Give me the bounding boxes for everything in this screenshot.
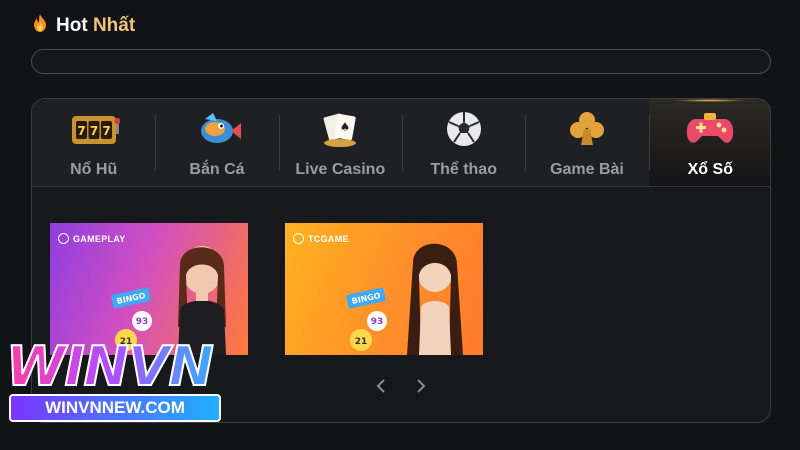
tab-no-hu[interactable]: 777 Nổ Hũ: [32, 99, 155, 186]
chevron-right-icon[interactable]: [414, 379, 428, 393]
category-tabs: 777 Nổ Hũ Bắn Cá ♠ Live Casino Thể thao …: [32, 99, 770, 187]
svg-text:7: 7: [77, 124, 85, 138]
ball-number: 93: [136, 317, 149, 327]
tab-live-casino[interactable]: ♠ Live Casino: [278, 99, 402, 186]
svg-text:7: 7: [89, 124, 97, 138]
page: Hot Nhất 777 Nổ Hũ Bắn Cá ♠ Live Casino: [0, 0, 800, 450]
gamepad-icon: [684, 109, 736, 149]
tab-ban-ca[interactable]: Bắn Cá: [155, 99, 278, 186]
tab-the-thao[interactable]: Thể thao: [401, 99, 525, 186]
tab-label: Xổ Số: [687, 161, 733, 178]
tab-game-bai[interactable]: Game Bài: [525, 99, 648, 186]
fire-icon: [32, 14, 48, 38]
svg-text:♠: ♠: [340, 120, 351, 134]
soccer-ball-icon: [438, 109, 490, 149]
svg-text:7: 7: [102, 124, 110, 138]
tab-label: Game Bài: [550, 161, 624, 178]
pager: [374, 379, 428, 393]
fish-icon: [191, 109, 243, 149]
cards-icon: ♠: [314, 109, 366, 149]
tab-xo-so[interactable]: Xổ Số: [648, 99, 770, 186]
chevron-left-icon[interactable]: [374, 379, 388, 393]
provider-mark-icon: [293, 233, 304, 244]
tab-label: Nổ Hũ: [70, 161, 118, 178]
ball-number: 21: [355, 337, 368, 347]
slot-machine-icon: 777: [68, 109, 120, 149]
title-highlight: Nhất: [92, 15, 136, 36]
section-title: Hot Nhất: [32, 14, 135, 38]
tab-label: Thể thao: [430, 161, 497, 178]
logo-text: WINVN: [5, 335, 215, 398]
ball-number: 93: [371, 317, 384, 327]
club-icon: [561, 109, 613, 149]
logo-site: WINVNNEW.COM: [9, 394, 221, 422]
title-text: Hot: [56, 15, 93, 36]
tab-label: Bắn Cá: [189, 161, 245, 178]
bingo-illustration: BINGO 93 21: [346, 243, 463, 355]
watermark-logo: WINVN WINVNNEW.COM: [5, 335, 224, 428]
tab-label: Live Casino: [295, 161, 386, 178]
search-bar[interactable]: [31, 49, 771, 74]
provider-mark-icon: [58, 233, 69, 244]
game-card[interactable]: TCGAME BINGO 93 21: [285, 223, 483, 355]
